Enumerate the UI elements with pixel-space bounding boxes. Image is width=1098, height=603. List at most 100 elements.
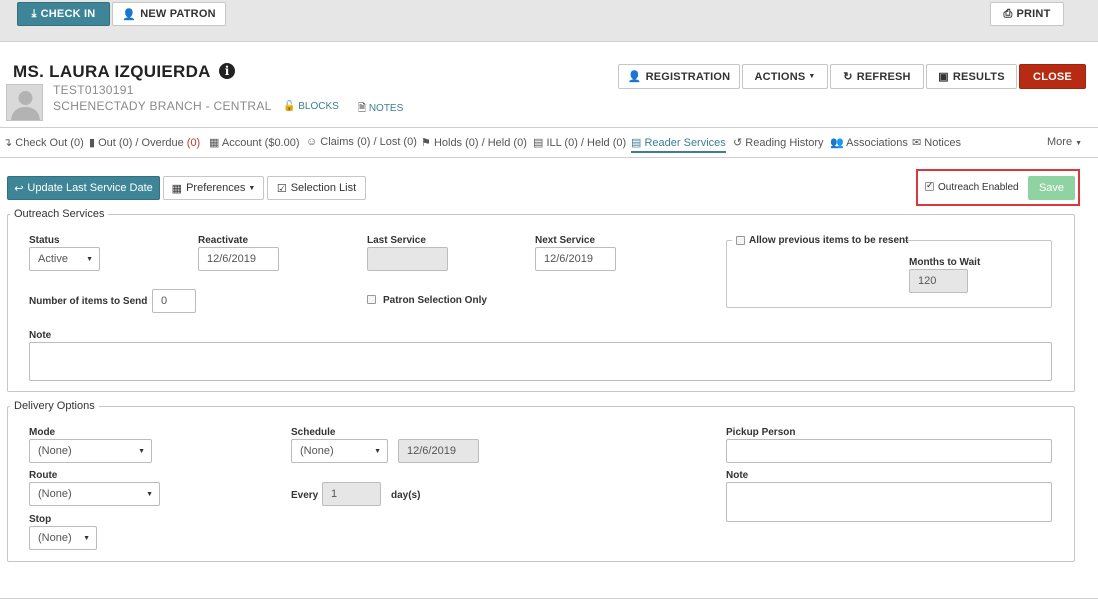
info-icon[interactable]: i bbox=[219, 63, 235, 79]
refresh-button[interactable]: ↻ REFRESH bbox=[830, 64, 924, 89]
stop-label: Stop bbox=[29, 514, 52, 525]
route-select[interactable]: (None) ▼ bbox=[29, 482, 160, 506]
mode-select[interactable]: (None) ▼ bbox=[29, 439, 152, 463]
tab-reader-services-label: Reader Services bbox=[644, 137, 726, 149]
ill-icon: ▤ bbox=[533, 137, 544, 149]
days-label: day(s) bbox=[391, 490, 421, 501]
tab-account-label: Account ($0.00) bbox=[221, 137, 300, 149]
caret-down-icon: ▼ bbox=[374, 448, 381, 455]
results-button[interactable]: ▣ RESULTS bbox=[926, 64, 1017, 89]
selection-list-label: Selection List bbox=[290, 182, 357, 194]
tab-holds[interactable]: ⚑ Holds (0) / Held (0) bbox=[421, 136, 527, 149]
results-icon: ▣ bbox=[938, 71, 949, 83]
schedule-label: Schedule bbox=[291, 427, 336, 438]
tab-associations-label: Associations bbox=[846, 137, 908, 149]
flag-icon: ⚑ bbox=[421, 137, 431, 149]
pickup-person-label: Pickup Person bbox=[726, 427, 796, 438]
status-value: Active bbox=[38, 253, 68, 265]
download-icon: ⤓ bbox=[31, 7, 37, 20]
new-patron-button[interactable]: 👤 NEW PATRON bbox=[112, 2, 226, 26]
tab-ill-label: ILL (0) / Held (0) bbox=[546, 137, 627, 149]
selection-list-button[interactable]: ☑ Selection List bbox=[267, 176, 366, 200]
smile-icon: ☺ bbox=[306, 136, 318, 148]
tab-reading-history-label: Reading History bbox=[745, 137, 824, 149]
mode-value: (None) bbox=[38, 445, 72, 457]
print-button[interactable]: ⎙ PRINT bbox=[990, 2, 1064, 26]
route-label: Route bbox=[29, 470, 58, 481]
registration-label: REGISTRATION bbox=[645, 70, 731, 83]
next-service-field[interactable]: 12/6/2019 bbox=[535, 247, 616, 271]
tab-ill[interactable]: ▤ ILL (0) / Held (0) bbox=[533, 136, 626, 149]
overdue-count: (0) bbox=[186, 137, 201, 149]
account-icon: ▦ bbox=[209, 137, 220, 149]
envelope-icon: ✉ bbox=[912, 137, 922, 149]
pickup-person-field[interactable] bbox=[726, 439, 1052, 463]
outreach-note-label: Note bbox=[29, 330, 52, 341]
close-button[interactable]: CLOSE bbox=[1019, 64, 1086, 89]
user-icon: 👤 bbox=[627, 71, 642, 83]
preferences-button[interactable]: ▦ Preferences ▼ bbox=[163, 176, 264, 200]
registration-button[interactable]: 👤 REGISTRATION bbox=[618, 64, 740, 89]
notes-link[interactable]: 🗎 NOTES bbox=[358, 101, 403, 118]
refresh-icon: ↻ bbox=[843, 71, 853, 83]
actions-label: ACTIONS bbox=[754, 70, 806, 83]
every-field: 1 bbox=[322, 482, 381, 506]
route-value: (None) bbox=[38, 488, 72, 500]
blocks-link[interactable]: 🔓 BLOCKS bbox=[283, 101, 339, 112]
actions-dropdown-button[interactable]: ACTIONS ▼ bbox=[742, 64, 828, 89]
tab-more[interactable]: More ▼ bbox=[1047, 136, 1082, 148]
save-button[interactable]: Save bbox=[1028, 176, 1075, 200]
next-service-label: Next Service bbox=[535, 235, 596, 246]
tab-associations[interactable]: 👥 Associations bbox=[830, 136, 908, 149]
patron-name: MS. LAURA IZQUIERDA bbox=[13, 62, 211, 81]
schedule-select[interactable]: (None) ▼ bbox=[291, 439, 388, 463]
users-icon: 👥 bbox=[830, 137, 844, 149]
stop-value: (None) bbox=[38, 532, 72, 544]
stop-select[interactable]: (None) ▼ bbox=[29, 526, 97, 550]
tab-reader-services[interactable]: ▤ Reader Services bbox=[631, 136, 726, 153]
reactivate-field[interactable]: 12/6/2019 bbox=[198, 247, 279, 271]
caret-down-icon: ▼ bbox=[248, 184, 256, 192]
notes-label: NOTES bbox=[368, 103, 404, 114]
tab-check-out[interactable]: ↴ Check Out (0) bbox=[3, 136, 84, 149]
tab-reading-history[interactable]: ↺ Reading History bbox=[733, 136, 824, 149]
patron-selection-only-label: Patron Selection Only bbox=[383, 295, 487, 306]
caret-down-icon: ▼ bbox=[86, 256, 93, 263]
preferences-label: Preferences bbox=[186, 182, 246, 194]
avatar bbox=[6, 84, 43, 121]
caret-down-icon: ▼ bbox=[83, 535, 90, 542]
allow-resent-checkbox[interactable] bbox=[736, 236, 745, 245]
unlock-icon: 🔓 bbox=[283, 101, 296, 112]
results-label: RESULTS bbox=[952, 70, 1005, 83]
patron-barcode: TEST0130191 bbox=[53, 83, 134, 97]
months-to-wait-label: Months to Wait bbox=[909, 257, 981, 268]
status-select[interactable]: Active ▼ bbox=[29, 247, 100, 271]
tab-claims-lost[interactable]: ☺ Claims (0) / Lost (0) bbox=[306, 136, 417, 148]
checkout-icon: ↴ bbox=[3, 137, 13, 149]
items-to-send-field[interactable]: 0 bbox=[152, 289, 196, 313]
caret-down-icon: ▼ bbox=[1075, 140, 1083, 147]
update-last-service-date-button[interactable]: ↩ Update Last Service Date bbox=[7, 176, 160, 200]
outreach-enabled-label: Outreach Enabled bbox=[938, 182, 1019, 193]
patron-selection-only-checkbox[interactable] bbox=[367, 295, 376, 304]
check-in-button[interactable]: ⤓ CHECK IN bbox=[17, 2, 110, 26]
close-label: CLOSE bbox=[1033, 70, 1072, 83]
every-label: Every bbox=[291, 490, 319, 501]
tab-more-label: More bbox=[1047, 136, 1073, 148]
tab-notices[interactable]: ✉ Notices bbox=[912, 136, 961, 149]
document-icon: 🗎 bbox=[358, 103, 367, 114]
tab-account[interactable]: ▦ Account ($0.00) bbox=[209, 136, 300, 149]
reactivate-label: Reactivate bbox=[198, 235, 249, 246]
tab-out-overdue[interactable]: ▮ Out (0) / Overdue (0) bbox=[89, 136, 200, 149]
delivery-note-field[interactable] bbox=[726, 482, 1052, 522]
last-service-label: Last Service bbox=[367, 235, 426, 246]
outreach-enabled-checkbox[interactable] bbox=[925, 180, 934, 191]
page-bottom-border bbox=[0, 598, 1098, 599]
outreach-note-field[interactable] bbox=[29, 342, 1052, 381]
delivery-note-label: Note bbox=[726, 470, 749, 481]
months-to-wait-field: 120 bbox=[909, 269, 968, 293]
tab-notices-label: Notices bbox=[924, 137, 961, 149]
delivery-options-legend: Delivery Options bbox=[14, 400, 95, 412]
grid-icon: ▦ bbox=[171, 182, 183, 195]
tab-check-out-label: Check Out (0) bbox=[15, 137, 84, 149]
